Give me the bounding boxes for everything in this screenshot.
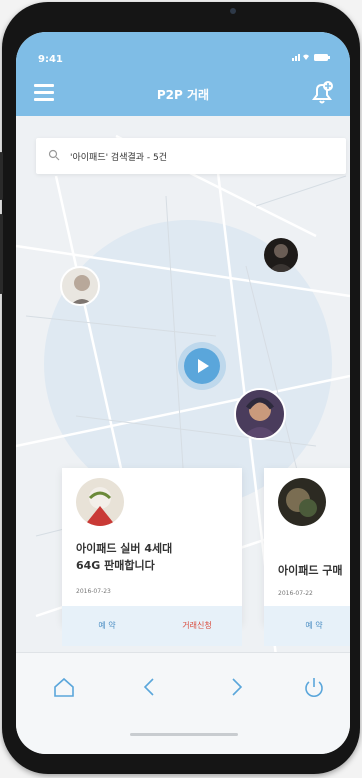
phone-frame: 9:41 P2P 거래 '아이패드' 검색결과 - 5건 아이패드 실버 4세대… xyxy=(0,2,360,774)
search-result-text: '아이패드' 검색결과 - 5건 xyxy=(70,153,168,163)
user-avatar-1[interactable] xyxy=(60,266,100,306)
power-icon[interactable] xyxy=(302,675,326,699)
home-indicator xyxy=(130,733,238,736)
front-camera xyxy=(230,8,236,14)
page-title: P2P 거래 xyxy=(156,88,210,102)
app-bar: P2P 거래 xyxy=(16,72,350,116)
product-title-line-2: 64G 판매합니다 xyxy=(76,559,155,572)
product-title: 아이패드 구매 xyxy=(278,564,343,577)
product-date: 2016-07-22 xyxy=(278,590,313,597)
card-actions: 예 약 거래신청 xyxy=(62,606,242,646)
product-thumbnail xyxy=(76,478,124,526)
status-bar: 9:41 xyxy=(16,32,350,72)
status-time: 9:41 xyxy=(38,54,63,65)
home-icon[interactable] xyxy=(52,675,76,699)
current-location-marker[interactable] xyxy=(184,348,220,384)
product-thumbnail xyxy=(278,478,326,526)
product-card[interactable]: 아이패드 구매 2016-07-22 예 약 xyxy=(264,468,350,646)
phone-side-button xyxy=(0,152,3,200)
user-avatar-3[interactable] xyxy=(234,388,286,440)
deal-request-button[interactable]: 거래신청 xyxy=(152,606,242,646)
product-title-line-1: 아이패드 실버 4세대 xyxy=(76,542,173,555)
product-card[interactable]: 아이패드 실버 4세대 64G 판매합니다 2016-07-23 예 약 거래신… xyxy=(62,468,242,646)
bell-plus-icon[interactable] xyxy=(310,80,334,106)
user-avatar-2[interactable] xyxy=(264,238,298,272)
card-actions: 예 약 xyxy=(264,606,350,646)
product-title: 아이패드 실버 4세대 64G 판매합니다 xyxy=(76,540,236,574)
search-result-bar[interactable]: '아이패드' 검색결과 - 5건 xyxy=(36,138,346,174)
forward-icon[interactable] xyxy=(224,675,248,699)
signal-wifi-battery-icon xyxy=(292,54,330,61)
back-icon[interactable] xyxy=(138,675,162,699)
phone-volume-button xyxy=(0,214,3,294)
search-icon xyxy=(48,149,60,161)
status-indicators xyxy=(292,52,332,65)
product-date: 2016-07-23 xyxy=(76,588,111,595)
screen: 9:41 P2P 거래 '아이패드' 검색결과 - 5건 아이패드 실버 4세대… xyxy=(16,32,350,754)
bottom-nav xyxy=(16,652,350,754)
reserve-button[interactable]: 예 약 xyxy=(62,606,152,646)
reserve-button[interactable]: 예 약 xyxy=(264,606,350,646)
play-location-icon xyxy=(198,359,209,373)
